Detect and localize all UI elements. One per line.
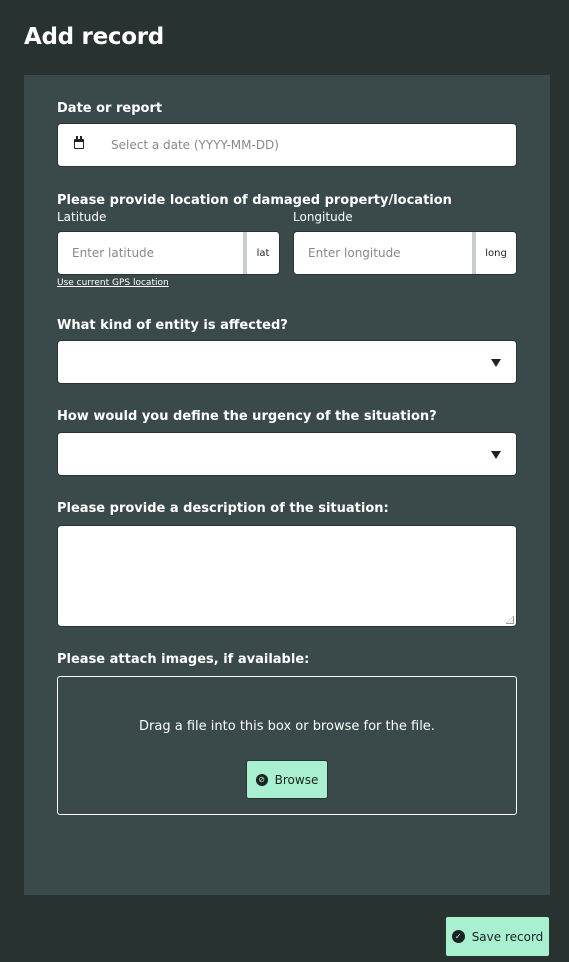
longitude-input[interactable]: Enter longitude long xyxy=(293,231,517,275)
resize-handle[interactable] xyxy=(506,616,514,624)
urgency-label: How would you define the urgency of the … xyxy=(57,409,437,424)
record-form-card: Date or report Select a date (YYYY-MM-DD… xyxy=(24,75,550,895)
save-record-button[interactable]: ✓ Save record xyxy=(445,916,550,957)
latitude-addon: lat xyxy=(243,232,279,274)
description-label: Please provide a description of the situ… xyxy=(57,501,389,516)
browse-button[interactable]: ⊘ Browse xyxy=(246,760,328,799)
paperclip-icon: ⊘ xyxy=(255,773,268,786)
check-circle-icon: ✓ xyxy=(451,930,465,943)
browse-label: Browse xyxy=(274,772,319,787)
entity-select[interactable] xyxy=(57,340,517,384)
page-title: Add record xyxy=(24,24,164,50)
longitude-label: Longitude xyxy=(293,210,353,224)
attachments-label: Please attach images, if available: xyxy=(57,652,310,667)
date-label: Date or report xyxy=(57,101,163,116)
longitude-addon: long xyxy=(472,232,516,274)
date-input[interactable]: Select a date (YYYY-MM-DD) xyxy=(57,123,517,167)
calendar-icon xyxy=(74,136,84,149)
chevron-down-icon xyxy=(491,451,501,459)
latitude-placeholder: Enter latitude xyxy=(72,246,155,260)
dropzone-text: Drag a file into this box or browse for … xyxy=(139,719,435,734)
file-dropzone[interactable]: Drag a file into this box or browse for … xyxy=(57,676,517,815)
latitude-input[interactable]: Enter latitude lat xyxy=(57,231,280,275)
location-label: Please provide location of damaged prope… xyxy=(57,193,452,208)
urgency-select[interactable] xyxy=(57,432,517,476)
description-textarea[interactable] xyxy=(57,525,517,627)
save-record-label: Save record xyxy=(471,929,544,944)
date-placeholder: Select a date (YYYY-MM-DD) xyxy=(111,138,279,152)
use-gps-link[interactable]: Use current GPS location xyxy=(57,278,169,288)
latitude-label: Latitude xyxy=(57,210,107,224)
entity-label: What kind of entity is affected? xyxy=(57,318,288,333)
chevron-down-icon xyxy=(491,359,501,367)
longitude-placeholder: Enter longitude xyxy=(308,246,401,260)
